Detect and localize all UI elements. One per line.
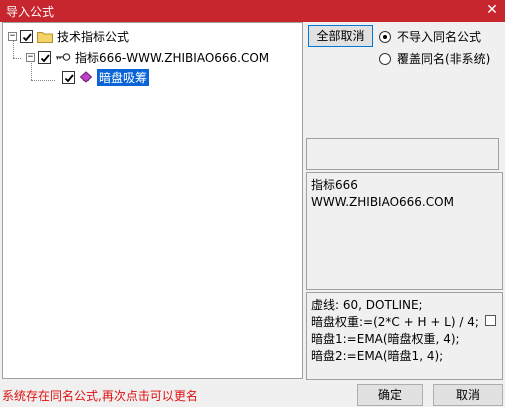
formula-tree: − 技术指标公式 − 指标666-WWW.ZHIBIAO666.COM 暗盘吸筹 [2, 22, 303, 379]
radio-skip-label: 不导入同名公式 [397, 30, 482, 44]
tree-node-root[interactable]: − 技术指标公式 [8, 27, 129, 45]
formula-checkbox[interactable] [62, 70, 75, 84]
code-line: 暗盘权重:=(2*C + H + L) / 4; [311, 315, 479, 329]
title-bar: 导入公式 ✕ [0, 0, 505, 22]
toggle-all-button[interactable]: 全部取消 [308, 25, 373, 47]
radio-unselected-icon[interactable] [379, 52, 391, 65]
empty-panel [306, 138, 499, 170]
radio-overwrite[interactable]: 覆盖同名(非系统) [379, 50, 490, 67]
key-icon [55, 52, 71, 62]
code-line: 暗盘1:=EMA(暗盘权重, 4); [311, 332, 460, 346]
tree-connector [31, 80, 55, 81]
info-line: 指标666 [311, 178, 358, 192]
tree-node-group[interactable]: − 指标666-WWW.ZHIBIAO666.COM [26, 48, 269, 66]
radio-skip-duplicates[interactable]: 不导入同名公式 [379, 28, 481, 45]
code-panel-checkbox[interactable] [485, 315, 496, 326]
close-icon[interactable]: ✕ [485, 2, 499, 18]
root-checkbox[interactable] [20, 29, 33, 43]
checkmark-icon [40, 53, 50, 62]
tree-connector [13, 58, 21, 59]
code-line: 暗盘2:=EMA(暗盘1, 4); [311, 349, 444, 363]
code-line: 虚线: 60, DOTLINE; [311, 298, 423, 312]
checkmark-icon [22, 32, 32, 41]
cancel-button[interactable]: 取消 [433, 384, 503, 406]
info-line: WWW.ZHIBIAO666.COM [311, 195, 454, 209]
collapse-icon[interactable]: − [26, 52, 35, 62]
tree-node-label: 指标666-WWW.ZHIBIAO666.COM [75, 50, 270, 65]
tree-node-label: 技术指标公式 [57, 29, 130, 44]
formula-info-panel: 指标666 WWW.ZHIBIAO666.COM [306, 172, 503, 290]
folder-icon [37, 30, 53, 43]
formula-icon [79, 71, 93, 83]
status-message: 系统存在同名公式,再次点击可以更名 [2, 389, 198, 403]
collapse-icon[interactable]: − [8, 31, 17, 41]
formula-code-panel: 虚线: 60, DOTLINE; 暗盘权重:=(2*C + H + L) / 4… [306, 292, 503, 380]
tree-node-label: 暗盘吸筹 [97, 68, 150, 86]
radio-selected-icon[interactable] [379, 30, 391, 43]
group-checkbox[interactable] [38, 50, 51, 64]
window-title: 导入公式 [6, 5, 55, 19]
ok-button[interactable]: 确定 [357, 384, 423, 406]
checkmark-icon [64, 73, 74, 82]
tree-node-formula[interactable]: 暗盘吸筹 [62, 68, 150, 86]
radio-overwrite-label: 覆盖同名(非系统) [397, 52, 491, 66]
